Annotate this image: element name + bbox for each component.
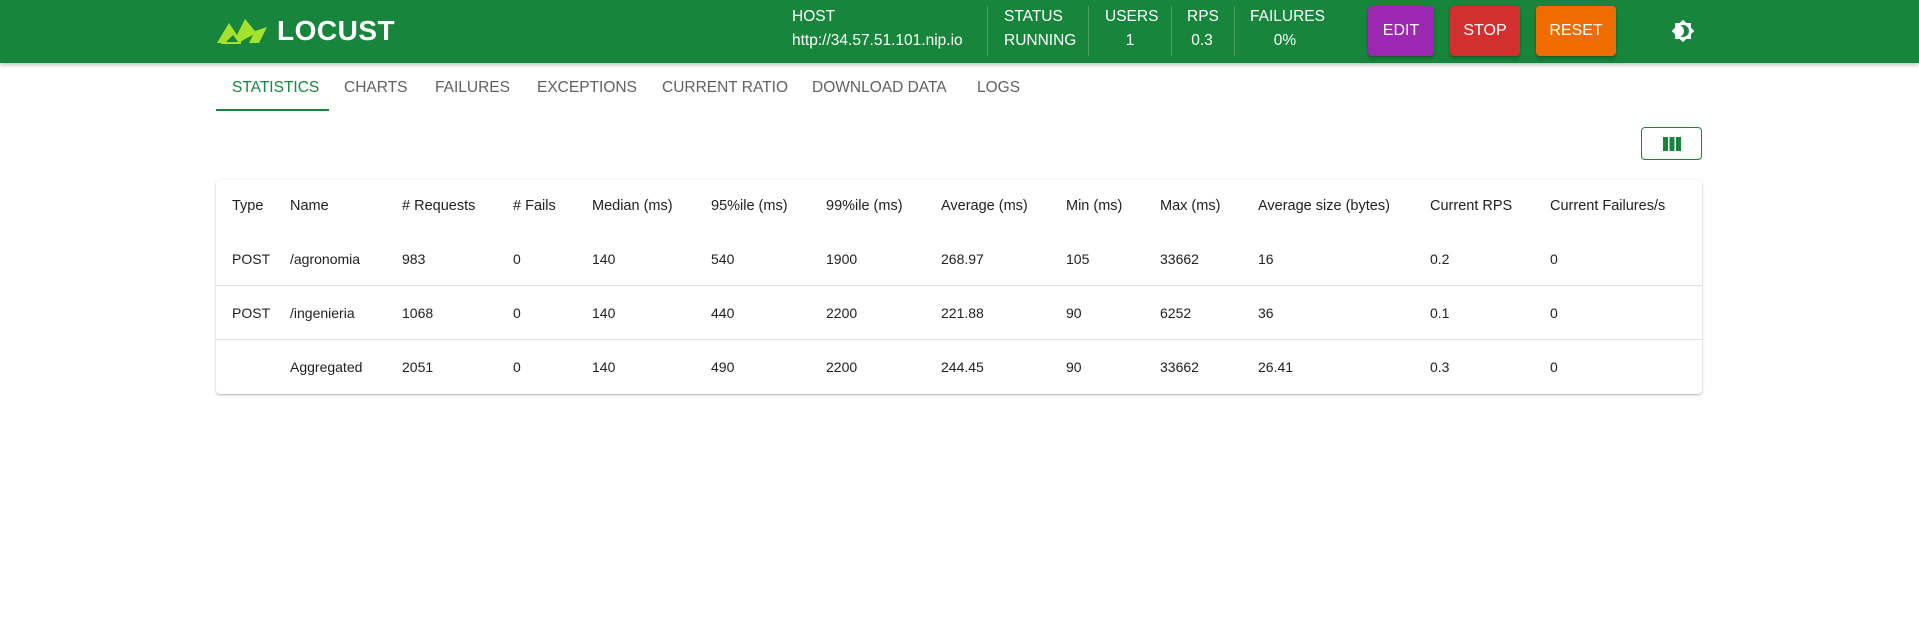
users-label: USERS	[1105, 8, 1159, 25]
table-cell: /ingenieria	[290, 304, 355, 321]
tab-failures[interactable]: FAILURES	[435, 64, 510, 111]
table-row: POST /ingenieria 1068 0 140 440 2200 221…	[216, 285, 1702, 340]
table-cell	[216, 340, 290, 394]
table-cell: 0.2	[1430, 250, 1450, 267]
rps-stat: RPS 0.3	[1187, 8, 1219, 58]
divider	[1088, 6, 1089, 56]
failures-label: FAILURES	[1250, 8, 1325, 25]
table-cell: 268.97	[941, 250, 984, 267]
table-cell: 0	[1550, 358, 1558, 375]
table-cell: 244.45	[941, 358, 984, 375]
failures-stat: FAILURES 0%	[1250, 8, 1325, 58]
column-header[interactable]: Average size (bytes)	[1258, 180, 1430, 232]
divider	[1234, 6, 1235, 56]
table-cell: POST	[232, 250, 271, 267]
table-cell: 33662	[1160, 358, 1199, 375]
column-header[interactable]: 95%ile (ms)	[711, 180, 826, 232]
table-cell: /agronomia	[290, 250, 361, 267]
column-header[interactable]: 99%ile (ms)	[826, 180, 941, 232]
table-row: POST /agronomia 983 0 140 540 1900 268.9…	[216, 232, 1702, 286]
table-cell: 90	[1066, 358, 1082, 375]
status-stat: STATUS RUNNING	[1004, 8, 1076, 58]
brightness-icon[interactable]	[1671, 19, 1695, 43]
table-cell: 221.88	[941, 304, 984, 321]
tab-download-data[interactable]: DOWNLOAD DATA	[812, 64, 947, 111]
table-cell: 0.1	[1430, 304, 1450, 321]
table-cell: 440	[711, 304, 735, 321]
table-cell: 26.41	[1258, 358, 1294, 375]
table-cell: 1900	[826, 250, 858, 267]
tab-current-ratio[interactable]: CURRENT RATIO	[662, 64, 788, 111]
table-cell: 105	[1066, 250, 1090, 267]
table-cell: POST	[232, 304, 271, 321]
table-cell: 140	[592, 304, 616, 321]
table-cell: 1068	[402, 304, 434, 321]
table-row-aggregated: Aggregated 2051 0 140 490 2200 244.45 90…	[216, 339, 1702, 394]
column-header[interactable]: Max (ms)	[1160, 180, 1258, 232]
column-header[interactable]: Type	[216, 180, 290, 232]
table-cell: 0	[1550, 304, 1558, 321]
column-header[interactable]: Median (ms)	[592, 180, 711, 232]
table-cell: 6252	[1160, 304, 1192, 321]
table-cell: 0	[513, 304, 521, 321]
stop-button[interactable]: STOP	[1450, 6, 1520, 56]
table-cell: 33662	[1160, 250, 1199, 267]
active-tab-indicator	[216, 109, 329, 111]
rps-label: RPS	[1187, 8, 1219, 25]
table-cell: 0.3	[1430, 358, 1450, 375]
column-header[interactable]: # Requests	[402, 180, 513, 232]
table-cell: 140	[592, 250, 616, 267]
table-cell: 16	[1258, 250, 1274, 267]
rps-value: 0.3	[1191, 32, 1213, 49]
table-cell: 2200	[826, 304, 858, 321]
users-stat: USERS 1	[1105, 8, 1159, 58]
status-value: RUNNING	[1004, 32, 1077, 49]
failures-value: 0%	[1273, 32, 1297, 49]
table-header-row: Type Name # Requests # Fails Median (ms)…	[216, 180, 1702, 232]
tab-charts[interactable]: CHARTS	[344, 64, 407, 111]
table-cell: 490	[711, 358, 735, 375]
column-selector-button[interactable]	[1641, 127, 1702, 160]
locust-logo[interactable]: LOCUST	[215, 16, 395, 46]
status-label: STATUS	[1004, 8, 1063, 25]
table-cell: 90	[1066, 304, 1082, 321]
divider	[987, 6, 988, 56]
statistics-table: Type Name # Requests # Fails Median (ms)…	[216, 180, 1702, 394]
table-cell: 140	[592, 358, 616, 375]
column-header[interactable]: Name	[290, 180, 402, 232]
top-app-bar: LOCUST HOST http://34.57.51.101.nip.io S…	[0, 0, 1919, 63]
column-header[interactable]: Average (ms)	[941, 180, 1066, 232]
locust-logo-icon	[217, 19, 267, 44]
divider	[1171, 6, 1172, 56]
column-header[interactable]: Current Failures/s	[1550, 180, 1702, 232]
table-cell: 2200	[826, 358, 858, 375]
table-cell: Aggregated	[290, 358, 363, 375]
table-cell: 540	[711, 250, 735, 267]
view-column-icon	[1662, 136, 1681, 151]
table-cell: 983	[402, 250, 426, 267]
host-stat: HOST http://34.57.51.101.nip.io	[792, 8, 963, 58]
column-header[interactable]: Current RPS	[1430, 180, 1550, 232]
column-header[interactable]: # Fails	[513, 180, 592, 232]
reset-button[interactable]: RESET	[1536, 6, 1616, 56]
table-cell: 0	[513, 250, 521, 267]
host-label: HOST	[792, 8, 836, 25]
tab-exceptions[interactable]: EXCEPTIONS	[537, 64, 637, 111]
tab-logs[interactable]: LOGS	[977, 64, 1020, 111]
table-cell: 36	[1258, 304, 1274, 321]
app-name: LOCUST	[277, 15, 396, 46]
host-value: http://34.57.51.101.nip.io	[792, 32, 963, 49]
table-cell: 0	[513, 358, 521, 375]
edit-button[interactable]: EDIT	[1368, 6, 1434, 56]
table-cell: 0	[1550, 250, 1558, 267]
column-header[interactable]: Min (ms)	[1066, 180, 1160, 232]
table-cell: 2051	[402, 358, 434, 375]
users-value: 1	[1125, 32, 1135, 49]
tab-statistics[interactable]: STATISTICS	[232, 64, 319, 111]
